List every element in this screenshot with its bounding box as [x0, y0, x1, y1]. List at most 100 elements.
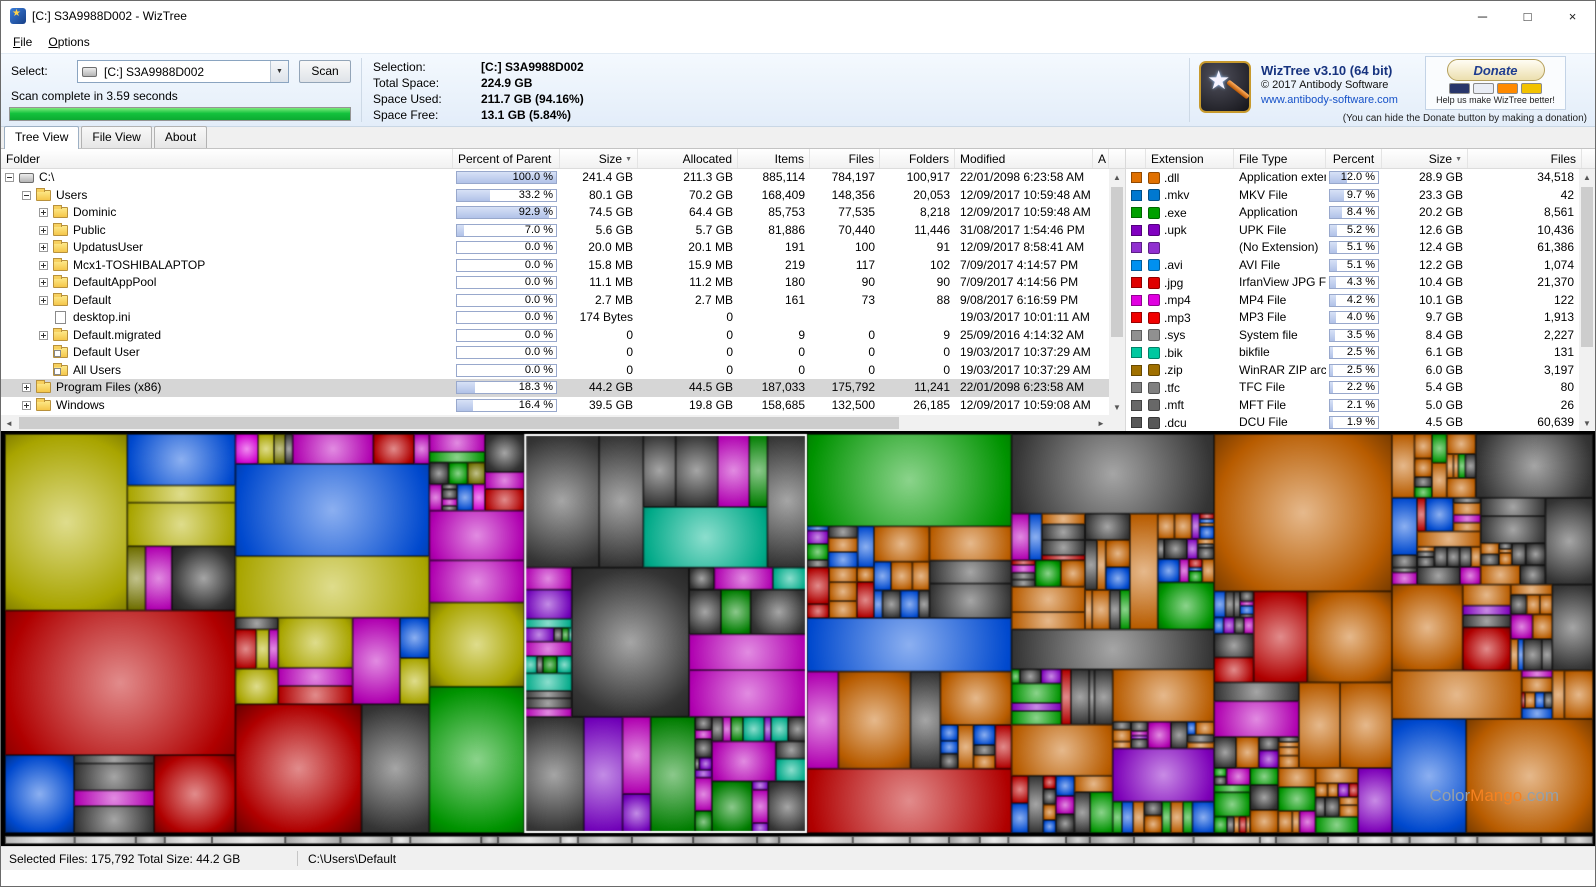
ext-row[interactable]: (No Extension)5.1 %12.4 GB61,386 — [1126, 239, 1579, 257]
col-header-blank[interactable] — [1126, 149, 1146, 168]
treemap-color-chip — [1131, 382, 1142, 393]
ext-row[interactable]: .mp4MP4 File4.2 %10.1 GB122 — [1126, 292, 1579, 310]
file-type-icon — [1148, 224, 1160, 236]
expand-icon[interactable] — [39, 208, 48, 217]
percent-cell: 92.9 % — [453, 204, 560, 222]
col-header-a[interactable]: A — [1093, 149, 1109, 168]
tree-row[interactable]: Dominic92.9 %74.5 GB64.4 GB85,75377,5358… — [1, 204, 1109, 222]
scrollbar-thumb[interactable] — [1581, 187, 1593, 347]
col-header-percent[interactable]: Percent — [1326, 149, 1382, 168]
col-header-size[interactable]: Size▼ — [560, 149, 638, 168]
close-button[interactable]: × — [1550, 1, 1595, 31]
ext-cell-filetype: MP3 File — [1234, 309, 1326, 326]
ext-row[interactable]: .mp3MP3 File4.0 %9.7 GB1,913 — [1126, 309, 1579, 327]
tree-vertical-scrollbar[interactable]: ▲ ▼ — [1109, 169, 1125, 415]
scrollbar-thumb[interactable] — [1111, 187, 1123, 337]
expand-icon[interactable] — [39, 331, 48, 340]
extension-name: .avi — [1164, 258, 1183, 272]
percent-bar: 3.5 % — [1329, 329, 1379, 342]
col-header-size[interactable]: Size▼ — [1382, 149, 1468, 168]
tree-row[interactable]: desktop.ini0.0 %174 Bytes019/03/2017 10:… — [1, 309, 1109, 327]
collapse-icon[interactable] — [22, 191, 31, 200]
percent-value: 2.1 % — [1347, 400, 1375, 411]
menu-file[interactable]: File — [5, 32, 40, 52]
ext-row[interactable]: .dllApplication extens12.0 %28.9 GB34,51… — [1126, 169, 1579, 187]
expand-icon[interactable] — [39, 261, 48, 270]
donate-button[interactable]: Donate — [1447, 59, 1545, 81]
ext-row[interactable]: .zipWinRAR ZIP archiv2.5 %6.0 GB3,197 — [1126, 362, 1579, 380]
tree-row[interactable]: Public7.0 %5.6 GB5.7 GB81,88670,44011,44… — [1, 222, 1109, 240]
expand-icon[interactable] — [22, 401, 31, 410]
expand-icon[interactable] — [39, 278, 48, 287]
ext-row[interactable]: .mftMFT File2.1 %5.0 GB26 — [1126, 397, 1579, 415]
menu-options[interactable]: Options — [40, 32, 97, 52]
ext-cell-extension: .exe — [1146, 204, 1234, 222]
ext-row[interactable]: .aviAVI File5.1 %12.2 GB1,074 — [1126, 257, 1579, 275]
expand-icon[interactable] — [39, 226, 48, 235]
tree-cell-size: 0 — [560, 362, 638, 379]
ext-row[interactable]: .mkvMKV File9.7 %23.3 GB42 — [1126, 187, 1579, 205]
scan-button[interactable]: Scan — [299, 60, 351, 83]
branding-block: WizTree v3.10 (64 bit) © 2017 Antibody S… — [1261, 63, 1398, 108]
scroll-left-icon[interactable]: ◄ — [1, 415, 17, 431]
treemap-canvas[interactable] — [1, 431, 1596, 846]
expand-icon[interactable] — [39, 243, 48, 252]
col-header-file-type[interactable]: File Type — [1234, 149, 1326, 168]
tab-about[interactable]: About — [154, 126, 207, 148]
tree-row[interactable]: Windows16.4 %39.5 GB19.8 GB158,685132,50… — [1, 397, 1109, 415]
tree-row[interactable]: Default User0.0 %0000019/03/2017 10:37:2… — [1, 344, 1109, 362]
tree-row[interactable]: Users33.2 %80.1 GB70.2 GB168,409148,3562… — [1, 187, 1109, 205]
tree-cell-folder: Windows — [1, 397, 453, 415]
ext-row[interactable]: .exeApplication8.4 %20.2 GB8,561 — [1126, 204, 1579, 222]
tab-file-view[interactable]: File View — [81, 126, 151, 148]
tree-cell-allocated: 5.7 GB — [638, 222, 738, 239]
percent-bar: 2.5 % — [1329, 346, 1379, 359]
ext-row[interactable]: .upkUPK File5.2 %12.6 GB10,436 — [1126, 222, 1579, 240]
ext-row[interactable]: .dcuDCU File1.9 %4.5 GB60,639 — [1126, 414, 1579, 431]
drive-select[interactable]: [C:] S3A9988D002 ▼ — [77, 60, 289, 83]
tree-cell-size: 174 Bytes — [560, 309, 638, 326]
tree-row[interactable]: All Users0.0 %0000019/03/2017 10:37:29 A… — [1, 362, 1109, 380]
tree-row[interactable]: C:\100.0 %241.4 GB211.3 GB885,114784,197… — [1, 169, 1109, 187]
col-header-files[interactable]: Files — [810, 149, 880, 168]
tree-row[interactable]: UpdatusUser0.0 %20.0 MB20.1 MB1911009112… — [1, 239, 1109, 257]
scroll-up-icon[interactable]: ▲ — [1579, 169, 1595, 185]
ext-row[interactable]: .sysSystem file3.5 %8.4 GB2,227 — [1126, 327, 1579, 345]
ext-row[interactable]: .bikbikfile2.5 %6.1 GB131 — [1126, 344, 1579, 362]
extension-vertical-scrollbar[interactable]: ▲ ▼ — [1579, 169, 1595, 431]
tree-row[interactable]: Program Files (x86)18.3 %44.2 GB44.5 GB1… — [1, 379, 1109, 397]
ext-row[interactable]: .jpgIrfanView JPG File4.3 %10.4 GB21,370 — [1126, 274, 1579, 292]
col-header-allocated[interactable]: Allocated — [638, 149, 738, 168]
collapse-icon[interactable] — [5, 173, 14, 182]
col-header-modified[interactable]: Modified — [955, 149, 1093, 168]
tree-row[interactable]: Default0.0 %2.7 MB2.7 MB16173889/08/2017… — [1, 292, 1109, 310]
percent-bar: 4.2 % — [1329, 294, 1379, 307]
maximize-button[interactable]: □ — [1505, 1, 1550, 31]
colormango-watermark[interactable]: ColorMango.com — [1430, 786, 1559, 806]
col-header-items[interactable]: Items — [738, 149, 810, 168]
col-header-percent-of-parent[interactable]: Percent of Parent — [453, 149, 560, 168]
scroll-right-icon[interactable]: ► — [1093, 415, 1109, 431]
col-header-extension[interactable]: Extension — [1146, 149, 1234, 168]
chevron-down-icon[interactable]: ▼ — [270, 61, 288, 82]
ext-cell-extension: .mp4 — [1146, 292, 1234, 310]
tree-row[interactable]: DefaultAppPool0.0 %11.1 MB11.2 MB1809090… — [1, 274, 1109, 292]
percent-value: 2.2 % — [1347, 382, 1375, 393]
tab-tree-view[interactable]: Tree View — [4, 126, 79, 149]
col-header-label: Size — [1429, 152, 1452, 166]
scroll-up-icon[interactable]: ▲ — [1109, 169, 1125, 185]
expand-icon[interactable] — [22, 383, 31, 392]
col-header-folders[interactable]: Folders — [880, 149, 955, 168]
website-link[interactable]: www.antibody-software.com — [1261, 93, 1398, 108]
scroll-down-icon[interactable]: ▼ — [1579, 415, 1595, 431]
col-header-files[interactable]: Files — [1468, 149, 1582, 168]
ext-row[interactable]: .tfcTFC File2.2 %5.4 GB80 — [1126, 379, 1579, 397]
scroll-down-icon[interactable]: ▼ — [1109, 399, 1125, 415]
col-header-folder[interactable]: Folder — [1, 149, 453, 168]
tree-horizontal-scrollbar[interactable]: ◄ ► — [1, 415, 1109, 431]
scrollbar-thumb[interactable] — [19, 417, 899, 429]
minimize-button[interactable]: ─ — [1460, 1, 1505, 31]
tree-row[interactable]: Mcx1-TOSHIBALAPTOP0.0 %15.8 MB15.9 MB219… — [1, 257, 1109, 275]
expand-icon[interactable] — [39, 296, 48, 305]
tree-row[interactable]: Default.migrated0.0 %0090925/09/2016 4:1… — [1, 327, 1109, 345]
